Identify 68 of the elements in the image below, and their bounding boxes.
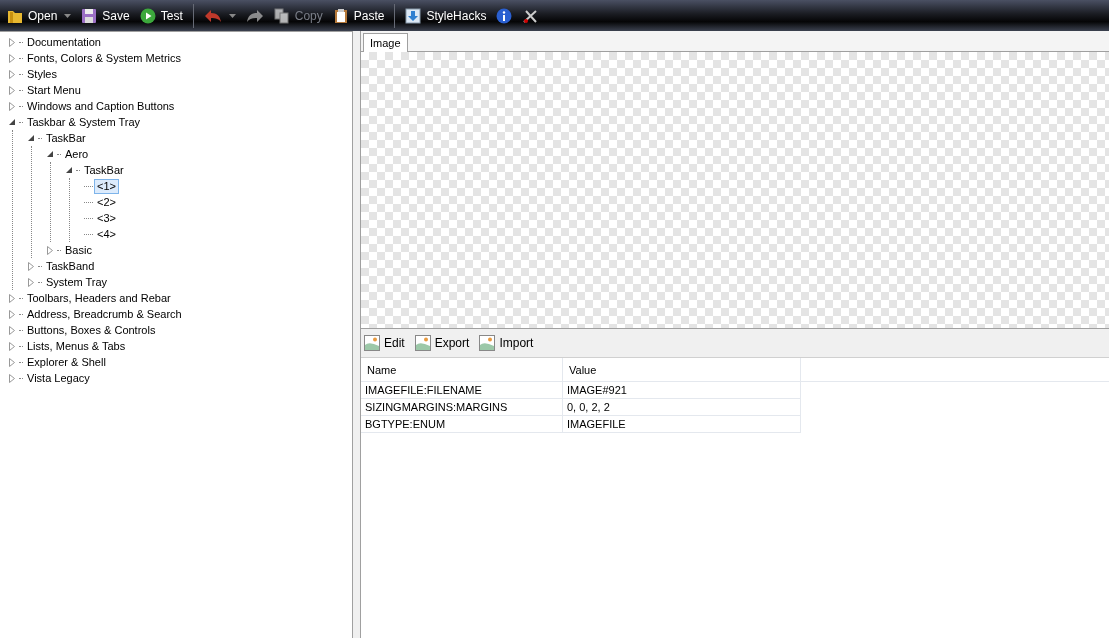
tree-item[interactable]: Toolbars, Headers and Rebar — [24, 290, 174, 306]
collapse-arrow-icon[interactable] — [46, 149, 55, 159]
caret-icon — [228, 13, 236, 18]
table-cell: SIZINGMARGINS:MARGINS — [361, 399, 563, 416]
tree-item[interactable]: <2> — [94, 194, 119, 210]
tree-item[interactable]: Start Menu — [24, 82, 84, 98]
expand-arrow-icon[interactable] — [8, 293, 17, 303]
expand-arrow-icon[interactable] — [8, 357, 17, 367]
play-icon — [139, 7, 156, 24]
download-icon — [405, 7, 422, 24]
table-cell: BGTYPE:ENUM — [361, 416, 563, 433]
image-tool-button[interactable]: Edit — [363, 335, 406, 351]
expand-arrow-icon[interactable] — [8, 101, 17, 111]
tree-item[interactable]: Lists, Menus & Tabs — [24, 338, 129, 354]
tree-item[interactable]: Documentation — [24, 34, 104, 50]
toolbar-button[interactable]: Test — [136, 5, 186, 26]
picture-icon — [364, 335, 380, 351]
tree-item[interactable]: TaskBar — [81, 162, 127, 178]
collapse-arrow-icon[interactable] — [27, 133, 36, 143]
column-header[interactable]: Name — [361, 358, 563, 382]
tree-item[interactable]: Buttons, Boxes & Controls — [24, 322, 159, 338]
table-cell: IMAGEFILE:FILENAME — [361, 382, 563, 399]
collapse-arrow-icon[interactable] — [8, 117, 17, 127]
tree-item[interactable]: Vista Legacy — [24, 370, 93, 386]
tree-item[interactable]: Fonts, Colors & System Metrics — [24, 50, 185, 66]
expand-arrow-icon[interactable] — [8, 85, 17, 95]
expand-arrow-icon[interactable] — [8, 309, 17, 319]
toolbar-button[interactable]: StyleHacks — [402, 5, 490, 26]
expand-arrow-icon[interactable] — [8, 37, 17, 47]
image-tool-button[interactable]: Import — [478, 335, 535, 351]
redo-arrow-icon — [245, 7, 264, 24]
tree-item[interactable]: Taskbar & System Tray — [24, 114, 144, 130]
expand-arrow-icon[interactable] — [46, 245, 55, 255]
tree-item[interactable]: TaskBand — [43, 258, 98, 274]
tree-item[interactable]: Basic — [62, 242, 95, 258]
clipboard-icon — [332, 7, 349, 24]
tree-item[interactable]: <4> — [94, 226, 119, 242]
expand-arrow-icon[interactable] — [8, 341, 17, 351]
image-tool-button[interactable]: Export — [413, 335, 471, 351]
tree-item[interactable]: System Tray — [43, 274, 111, 290]
caret-icon — [64, 13, 72, 18]
expand-arrow-icon[interactable] — [27, 277, 36, 287]
tab[interactable]: Image — [363, 33, 408, 52]
table-cell: IMAGEFILE — [563, 416, 801, 433]
tree-item[interactable]: Address, Breadcrumb & Search — [24, 306, 185, 322]
expand-arrow-icon[interactable] — [8, 325, 17, 335]
expand-arrow-icon[interactable] — [8, 69, 17, 79]
tree-item[interactable]: <1> — [94, 178, 119, 194]
info-icon — [496, 7, 513, 24]
expand-arrow-icon[interactable] — [27, 261, 36, 271]
toolbar-button[interactable]: Save — [78, 5, 133, 26]
tree-item[interactable]: Aero — [62, 146, 92, 162]
tree-item[interactable]: Explorer & Shell — [24, 354, 109, 370]
tree-item[interactable]: Windows and Caption Buttons — [24, 98, 178, 114]
toolbar-button[interactable]: Paste — [329, 5, 388, 26]
expand-arrow-icon[interactable] — [8, 373, 17, 383]
tree-item[interactable]: Styles — [24, 66, 60, 82]
collapse-arrow-icon[interactable] — [65, 165, 74, 175]
table-cell: 0, 0, 2, 2 — [563, 399, 801, 416]
tree-item[interactable]: TaskBar — [43, 130, 89, 146]
tree-item[interactable]: <3> — [94, 210, 119, 226]
column-header[interactable]: Value — [563, 358, 801, 382]
picture-icon — [479, 335, 496, 351]
copy-icon — [273, 7, 290, 24]
expand-arrow-icon[interactable] — [8, 53, 17, 63]
picture-icon — [414, 335, 431, 351]
table-cell: IMAGE#921 — [563, 382, 801, 399]
toolbar-button[interactable]: Open — [4, 5, 75, 26]
